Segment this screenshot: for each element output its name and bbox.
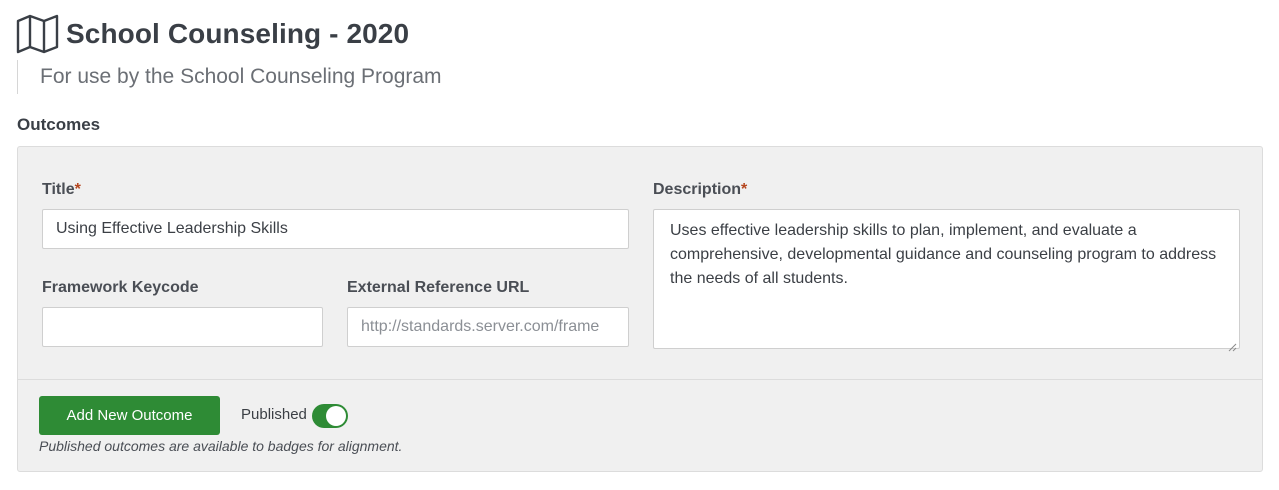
description-text: Uses effective leadership skills to plan… xyxy=(670,222,1217,287)
title-label-text: Title xyxy=(42,181,75,198)
add-new-outcome-button[interactable]: Add New Outcome xyxy=(39,396,220,435)
section-heading: Outcomes xyxy=(17,115,101,134)
outcome-form-panel: Title* Using Effective Leadership Skills… xyxy=(17,146,1263,472)
description-label: Description* xyxy=(653,181,747,199)
page-title: School Counseling - 2020 xyxy=(66,18,410,49)
framework-keycode-label: Framework Keycode xyxy=(42,279,199,296)
description-label-text: Description xyxy=(653,181,742,198)
external-url-label: External Reference URL xyxy=(347,279,530,296)
published-label: Published xyxy=(241,406,307,423)
map-icon xyxy=(16,14,60,54)
toggle-knob xyxy=(326,406,346,426)
page-header: School Counseling - 2020 xyxy=(16,14,409,54)
page-subtitle-block: For use by the School Counseling Program xyxy=(17,60,442,94)
title-label: Title* xyxy=(42,181,81,199)
required-marker: * xyxy=(741,181,748,198)
framework-keycode-input[interactable] xyxy=(42,307,323,347)
resize-handle-icon[interactable] xyxy=(1227,336,1237,352)
published-toggle[interactable] xyxy=(312,404,348,428)
published-hint: Published outcomes are available to badg… xyxy=(39,438,403,454)
required-marker: * xyxy=(74,181,81,198)
external-url-input[interactable]: http://standards.server.com/frame xyxy=(347,307,629,347)
description-textarea[interactable]: Uses effective leadership skills to plan… xyxy=(653,209,1240,352)
page-subtitle: For use by the School Counseling Program xyxy=(40,65,442,88)
panel-divider xyxy=(18,379,1262,380)
title-input[interactable]: Using Effective Leadership Skills xyxy=(42,209,629,249)
